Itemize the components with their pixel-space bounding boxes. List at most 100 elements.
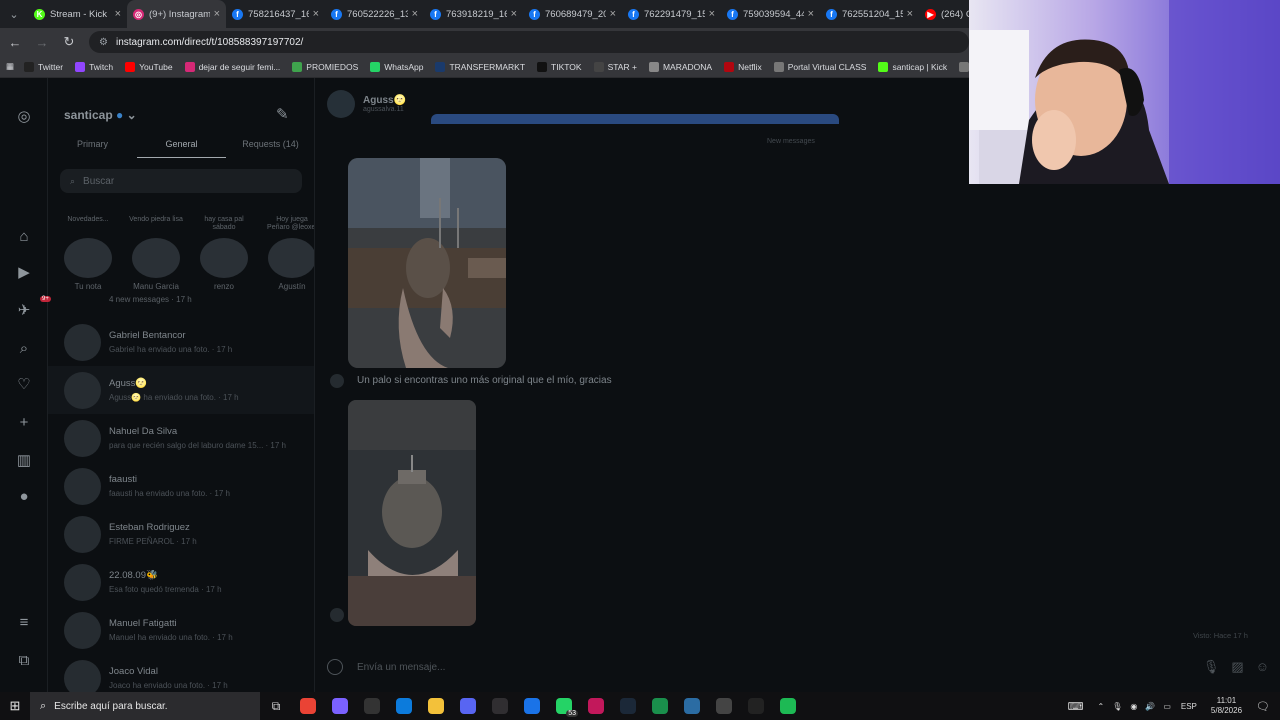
language-indicator[interactable]: ESP xyxy=(1181,702,1197,711)
notifications-heart-icon[interactable]: ♡ xyxy=(14,374,34,394)
emoji-icon[interactable] xyxy=(327,659,343,675)
close-tab-icon[interactable]: × xyxy=(709,8,715,20)
note-item[interactable]: Vendo piedra lisa Manu Garcia xyxy=(128,216,184,291)
taskbar-app-steam-icon[interactable] xyxy=(612,692,644,720)
browser-tab[interactable]: K Stream - Kick × xyxy=(28,0,127,28)
taskbar-app-chrome-icon[interactable] xyxy=(292,692,324,720)
more-menu-icon[interactable]: ≡ xyxy=(14,612,34,632)
network-icon[interactable]: ▭ xyxy=(1163,702,1171,711)
taskbar-app-capcut-icon[interactable] xyxy=(740,692,772,720)
reels-icon[interactable]: ▶ xyxy=(14,262,34,282)
bookmark-item[interactable]: Netflix xyxy=(724,61,762,72)
bookmark-item[interactable]: YouTube xyxy=(125,61,173,72)
taskbar-search-input[interactable]: ⌕ Escribe aquí para buscar. xyxy=(30,692,260,720)
bookmark-item[interactable]: TIKTOK xyxy=(537,61,582,72)
bookmark-item[interactable]: WhatsApp xyxy=(370,61,423,72)
conversation-item[interactable]: 22.08.09🐝 Esa foto quedó tremenda · 17 h xyxy=(48,558,314,606)
browser-tab[interactable]: f 762291479_15 × xyxy=(622,0,721,28)
close-tab-icon[interactable]: × xyxy=(610,8,616,20)
taskbar-app-app14-icon[interactable] xyxy=(708,692,740,720)
profile-avatar[interactable]: ● xyxy=(14,486,34,506)
taskbar-app-explorer-icon[interactable] xyxy=(420,692,452,720)
notifications-icon[interactable]: 🗨 xyxy=(1256,700,1270,713)
taskbar-app-valorant-icon[interactable] xyxy=(676,692,708,720)
tab-search-icon[interactable]: ⌄ xyxy=(0,0,28,28)
note-item[interactable]: hay casa pal sábado renzo xyxy=(196,216,252,291)
forward-icon[interactable]: → xyxy=(30,30,54,54)
conversation-item[interactable]: Gabriel Bentancor Gabriel ha enviado una … xyxy=(48,318,314,366)
browser-tab[interactable]: f 760689479_20 × xyxy=(523,0,622,28)
taskbar-app-app10-icon[interactable] xyxy=(580,692,612,720)
conversation-item[interactable]: Manuel Fatigatti Manuel ha enviado una fo… xyxy=(48,606,314,654)
microphone-icon[interactable]: 🎙 xyxy=(1203,659,1220,675)
close-tab-icon[interactable]: × xyxy=(115,8,121,20)
photo-message-2[interactable] xyxy=(348,400,476,626)
browser-tab[interactable]: f 758216437_16 × xyxy=(226,0,325,28)
conversation-item[interactable]: Joaco Vidal Joaco ha enviado una foto. · … xyxy=(48,654,314,692)
conversation-item[interactable]: Esteban Rodriguez FIRME PEÑAROL · 17 h xyxy=(48,510,314,558)
conversation-item[interactable]: faausti faausti ha enviado una foto. · 17… xyxy=(48,462,314,510)
bookmark-item[interactable]: Portal Virtual CLASS xyxy=(773,61,866,72)
bookmark-item[interactable]: PROMIEDOS xyxy=(292,61,358,72)
note-item[interactable]: Novedades... Tu nota xyxy=(60,216,116,291)
apps-grid-icon[interactable]: ▦ xyxy=(6,61,14,72)
tab-primary[interactable]: Primary xyxy=(48,136,137,158)
message-composer[interactable]: Envía un mensaje... 🎙 ▨ ☺ xyxy=(327,656,1269,678)
search-icon[interactable]: ⌕ xyxy=(14,338,34,358)
bookmark-item[interactable]: STAR + xyxy=(593,61,637,72)
task-view-icon[interactable]: ⧉ xyxy=(260,692,292,720)
message-text[interactable]: Un palo si encontras uno más original qu… xyxy=(357,375,612,386)
chat-header[interactable]: Aguss🌝 agussalva.11 xyxy=(327,90,406,118)
taskbar-app-copilot-icon[interactable] xyxy=(324,692,356,720)
taskbar-app-obs-icon[interactable] xyxy=(484,692,516,720)
mic-tray-icon[interactable]: 🎙 xyxy=(1112,702,1122,711)
inbox-search-input[interactable]: ⌕ Buscar xyxy=(60,169,302,193)
tab-general[interactable]: General xyxy=(137,136,226,158)
browser-tab[interactable]: f 762551204_15 × xyxy=(820,0,919,28)
taskbar-app-whatsapp-icon[interactable]: 53 xyxy=(548,692,580,720)
bookmark-item[interactable]: Twitch xyxy=(75,61,113,72)
sticker-icon[interactable]: ☺ xyxy=(1256,659,1269,675)
site-info-icon[interactable]: ⚙ xyxy=(99,37,108,48)
back-icon[interactable]: ← xyxy=(3,30,27,54)
close-tab-icon[interactable]: × xyxy=(313,8,319,20)
note-item[interactable]: Hoy juega Peñaro @leoxel Agustín xyxy=(264,216,314,291)
volume-icon[interactable]: 🔊 xyxy=(1145,702,1155,711)
clock[interactable]: 11:01 5/8/2026 xyxy=(1211,696,1242,716)
also-from-meta-icon[interactable]: ⧉ xyxy=(14,650,34,670)
photo-message-1[interactable] xyxy=(348,158,506,368)
taskbar-app-discord-icon[interactable] xyxy=(452,692,484,720)
bookmark-item[interactable]: MARADONA xyxy=(648,61,712,72)
close-tab-icon[interactable]: × xyxy=(412,8,418,20)
taskbar-app-edge-icon[interactable] xyxy=(388,692,420,720)
shared-media-preview[interactable] xyxy=(431,114,839,124)
reload-icon[interactable]: ↻ xyxy=(57,30,81,54)
image-icon[interactable]: ▨ xyxy=(1231,659,1243,675)
browser-tab[interactable]: f 759039594_44 × xyxy=(721,0,820,28)
taskbar-app-spotify-icon[interactable] xyxy=(772,692,804,720)
windows-start-icon[interactable]: ⊞ xyxy=(0,692,30,720)
taskbar-app-app3-icon[interactable] xyxy=(356,692,388,720)
browser-tab[interactable]: f 760522226_13 × xyxy=(325,0,424,28)
taskbar-app-app12-icon[interactable] xyxy=(644,692,676,720)
account-switcher[interactable]: santicap ● ⌄ xyxy=(64,108,137,122)
instagram-logo-icon[interactable]: ◎ xyxy=(14,106,34,126)
camera-tray-icon[interactable]: ◉ xyxy=(1130,702,1137,711)
tray-chevron-up-icon[interactable]: ⌃ xyxy=(1098,702,1105,711)
url-field[interactable]: ⚙ instagram.com/direct/t/108588397197702… xyxy=(89,31,969,53)
browser-tab[interactable]: f 763918219_16 × xyxy=(424,0,523,28)
close-tab-icon[interactable]: × xyxy=(907,8,913,20)
compose-icon[interactable]: ✎ xyxy=(276,105,289,123)
bookmark-item[interactable]: TRANSFERMARKT xyxy=(435,61,525,72)
bookmark-item[interactable]: Twitter xyxy=(24,61,63,72)
keyboard-icon[interactable]: ⌨ xyxy=(1068,700,1084,713)
close-tab-icon[interactable]: × xyxy=(214,8,220,20)
home-icon[interactable]: ⌂ xyxy=(14,226,34,246)
browser-tab[interactable]: ◎ (9+) Instagram × xyxy=(127,0,226,28)
bookmark-item[interactable]: santicap | Kick xyxy=(878,61,947,72)
conversation-item[interactable]: Nahuel Da Silva para que recién salgo del… xyxy=(48,414,314,462)
close-tab-icon[interactable]: × xyxy=(808,8,814,20)
taskbar-app-app8-icon[interactable] xyxy=(516,692,548,720)
create-icon[interactable]: + xyxy=(14,412,34,432)
tab-requests[interactable]: Requests (14) xyxy=(226,136,314,158)
